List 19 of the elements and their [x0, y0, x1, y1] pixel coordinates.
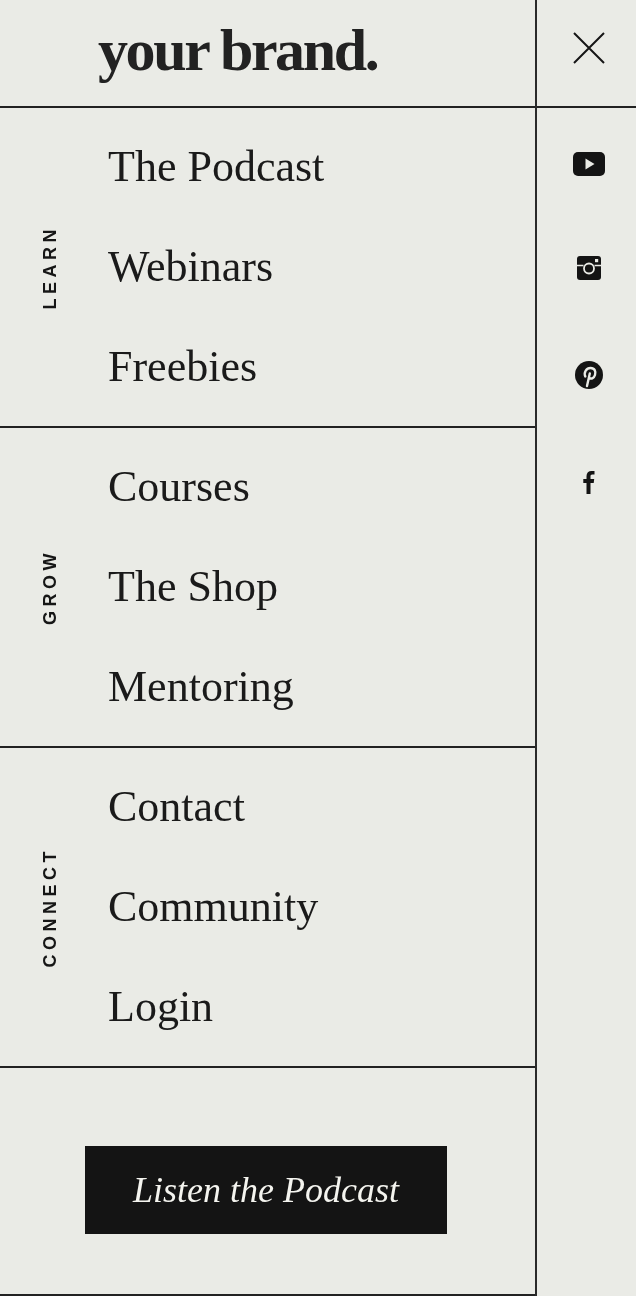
section-label: GROW — [41, 549, 59, 625]
section-label: LEARN — [41, 224, 59, 310]
menu-link[interactable]: Community — [108, 883, 319, 931]
youtube-icon[interactable] — [572, 152, 605, 176]
close-icon[interactable] — [572, 32, 605, 64]
listen-podcast-button[interactable]: Listen the Podcast — [85, 1146, 447, 1234]
facebook-icon[interactable] — [582, 470, 595, 494]
menu-link[interactable]: The Podcast — [108, 143, 325, 191]
menu-link[interactable]: Login — [108, 983, 214, 1031]
menu-link[interactable]: Mentoring — [108, 663, 294, 711]
menu-link[interactable]: The Shop — [108, 563, 278, 611]
menu-link[interactable]: Freebies — [108, 343, 258, 391]
section-label: CONNECT — [41, 846, 59, 968]
pinterest-icon[interactable] — [574, 361, 603, 389]
menu-link[interactable]: Webinars — [108, 243, 274, 291]
instagram-icon[interactable] — [576, 256, 601, 280]
menu-link[interactable]: Contact — [108, 783, 245, 831]
brand-logo[interactable]: your brand. — [98, 20, 378, 86]
menu-link[interactable]: Courses — [108, 463, 250, 511]
